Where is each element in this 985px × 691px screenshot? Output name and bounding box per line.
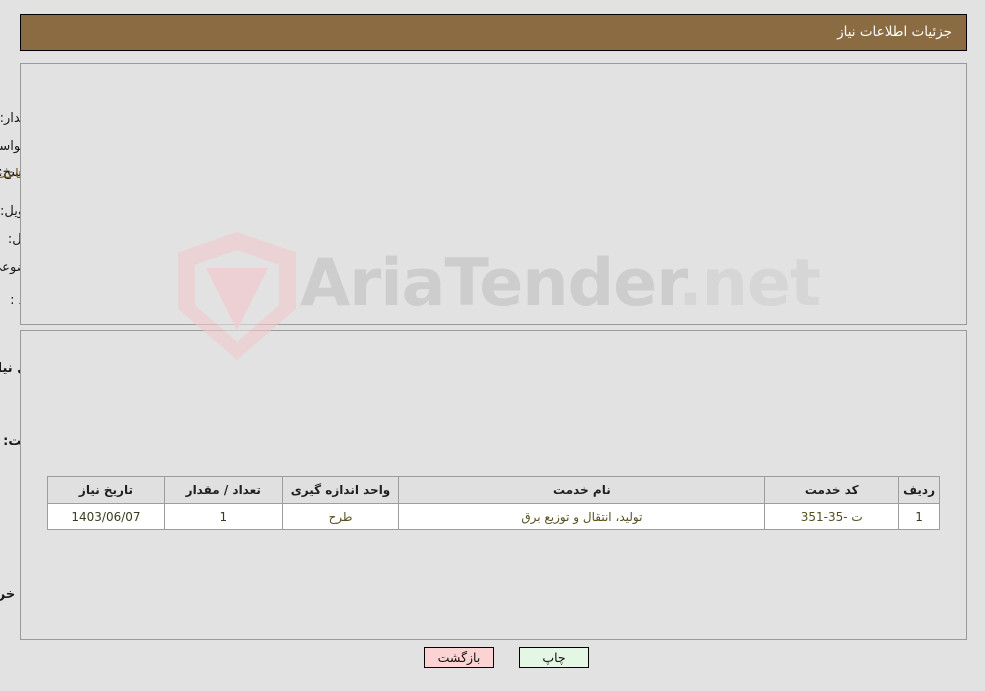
services-table: ردیف کد خدمت نام خدمت واحد اندازه گیری ت…	[47, 476, 940, 530]
cell-code: ت -35-351	[764, 503, 900, 530]
table-row: 1 ت -35-351 تولید، انتقال و توزیع برق طر…	[47, 503, 940, 530]
page-title: جزئیات اطلاعات نیاز	[837, 24, 952, 40]
col-header-name: نام خدمت	[398, 476, 766, 504]
col-header-code: کد خدمت	[764, 476, 900, 504]
cell-name: تولید، انتقال و توزیع برق	[398, 503, 766, 530]
back-button[interactable]: بازگشت	[424, 647, 494, 668]
cell-row: 1	[898, 503, 940, 530]
cell-unit: طرح	[281, 503, 400, 530]
window-title-bar: جزئیات اطلاعات نیاز	[20, 14, 967, 51]
need-info-panel	[20, 63, 967, 325]
col-header-row: ردیف	[898, 476, 940, 504]
col-header-quantity: تعداد / مقدار	[163, 476, 283, 504]
col-header-unit: واحد اندازه گیری	[281, 476, 400, 504]
table-header-row: ردیف کد خدمت نام خدمت واحد اندازه گیری ت…	[47, 476, 940, 504]
cell-date: 1403/06/07	[47, 503, 165, 530]
page-root: AriaTender.net جزئیات اطلاعات نیاز شماره…	[0, 0, 985, 691]
cell-quantity: 1	[163, 503, 283, 530]
print-button[interactable]: چاپ	[519, 647, 589, 668]
col-header-date: تاریخ نیاز	[47, 476, 165, 504]
